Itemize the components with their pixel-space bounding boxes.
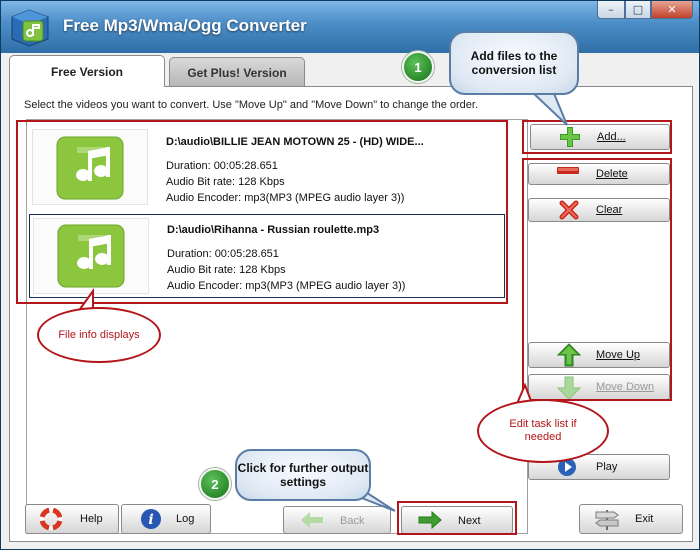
edit-task-callout: Edit task list if needed	[477, 399, 609, 463]
file-info-callout: File info displays	[37, 307, 161, 363]
callout-tail	[528, 90, 568, 126]
step-2-badge: 2	[199, 468, 231, 500]
tab-free-version[interactable]: Free Version	[9, 55, 165, 87]
app-window: Free Mp3/Wma/Ogg Converter – □ ✕ Free Ve…	[0, 0, 700, 550]
add-files-callout: Add files to the conversion list	[449, 31, 579, 95]
output-settings-callout: Click for further output settings	[235, 449, 371, 501]
step-1-badge: 1	[402, 51, 434, 83]
